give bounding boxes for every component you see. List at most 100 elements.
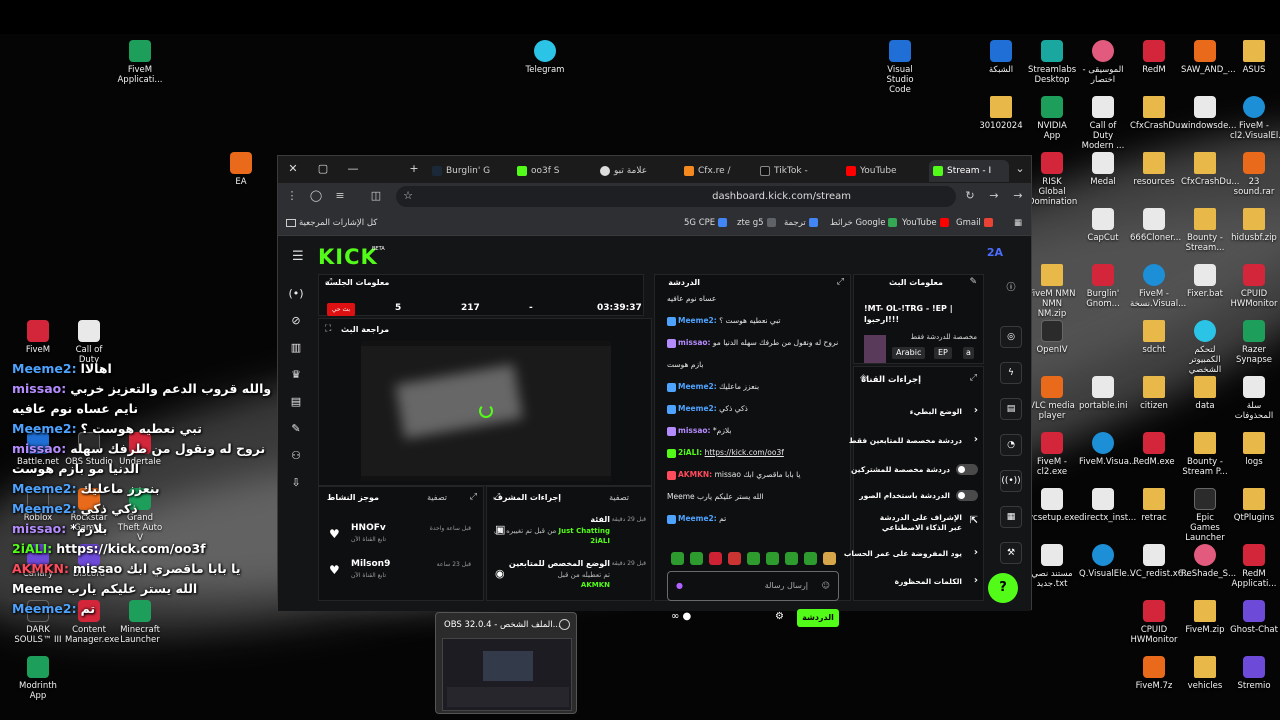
wrench-icon[interactable]: ✎: [284, 415, 308, 442]
desktop-icon[interactable]: retrac: [1130, 488, 1178, 523]
export-icon[interactable]: ⇩: [284, 469, 308, 496]
new-tab-icon[interactable]: +: [405, 161, 423, 177]
channel-action-row[interactable]: يود المفروضة على عمر الحساب ›: [844, 543, 980, 567]
browser-tab[interactable]: علامة تبو: [596, 160, 676, 182]
desktop-icon[interactable]: Telegram: [521, 40, 569, 75]
profile-icon[interactable]: ◯: [308, 188, 324, 204]
menu-icon[interactable]: ⋮: [284, 188, 300, 204]
bookmark[interactable]: YouTube: [902, 216, 949, 230]
browser-tab[interactable]: Burglin' G: [428, 160, 510, 182]
emote-icon[interactable]: [823, 552, 836, 565]
info-icon[interactable]: ⓘ: [1000, 278, 1022, 300]
desktop-icon[interactable]: Fixer.bat: [1181, 264, 1229, 299]
desktop-icon[interactable]: Stremio: [1230, 656, 1278, 691]
desktop-icon[interactable]: Epic Games Launcher: [1181, 488, 1229, 543]
desktop-icon[interactable]: CPUID HWMonitor: [1130, 600, 1178, 645]
chat-username[interactable]: Meeme2:: [678, 404, 717, 413]
apps-grid-icon[interactable]: ▦: [1014, 216, 1022, 230]
minimize-window-icon[interactable]: —: [344, 161, 362, 177]
url-field[interactable]: dashboard.kick.com/stream: [396, 186, 956, 207]
desktop-icon[interactable]: logs: [1230, 432, 1278, 467]
desktop-icon[interactable]: الشبكة: [977, 40, 1025, 75]
emote-icon[interactable]: [766, 552, 779, 565]
layout-icon[interactable]: ▤: [284, 388, 308, 415]
chat-menu-icon[interactable]: ∞ ●: [671, 611, 691, 622]
bookmark[interactable]: خرائط Google: [830, 216, 898, 230]
browser-tab[interactable]: YouTube: [842, 160, 924, 182]
browser-tab[interactable]: TikTok -: [756, 160, 836, 182]
bookmark-star-icon[interactable]: ☆: [400, 188, 416, 204]
desktop-icon[interactable]: 30102024: [977, 96, 1025, 131]
channel-action-row[interactable]: دردشة مخصصة للمتابعين فقط ›: [849, 430, 980, 454]
close-window-icon[interactable]: ✕: [284, 161, 302, 177]
chat-username[interactable]: 2iALI:: [678, 448, 702, 457]
chat-username[interactable]: Meeme2:: [678, 382, 717, 391]
desktop-icon[interactable]: CPUID HWMonitor: [1230, 264, 1278, 309]
chat-username[interactable]: Meeme2:: [678, 316, 717, 325]
community-icon[interactable]: ⚇: [284, 442, 308, 469]
desktop-icon[interactable]: VC_redist.x6...: [1130, 544, 1191, 579]
desktop-icon[interactable]: Medal: [1079, 152, 1127, 187]
desktop-icon[interactable]: hidusbf.zip: [1230, 208, 1278, 243]
desktop-icon[interactable]: vcsetup.exe: [1028, 488, 1079, 523]
activity-filter-button[interactable]: تصفية: [427, 493, 447, 502]
analytics-icon[interactable]: ▥: [284, 334, 308, 361]
desktop-icon[interactable]: Minecraft Launcher: [116, 600, 164, 645]
desktop-icon[interactable]: resources: [1130, 152, 1178, 187]
desktop-icon[interactable]: ReShade_S...: [1181, 544, 1236, 579]
desktop-icon[interactable]: لتحكم الكمبيوتر الشخصي: [1181, 320, 1229, 375]
wrench-icon[interactable]: ⚒: [1000, 542, 1022, 564]
tab-search-icon[interactable]: ⌄: [1011, 161, 1029, 177]
desktop-icon[interactable]: SAW_AND_...: [1181, 40, 1236, 75]
desktop-icon[interactable]: FiveM - نسخة.Visual...: [1130, 264, 1186, 309]
emote-only-toggle[interactable]: [956, 490, 978, 501]
desktop-icon[interactable]: Ghost-Chat: [1230, 600, 1278, 635]
desktop-icon[interactable]: windowsde...: [1181, 96, 1236, 131]
media-control-icon[interactable]: ≡: [332, 188, 348, 204]
chat-username[interactable]: Meeme2:: [678, 514, 717, 523]
chat-bubble-icon[interactable]: ◔: [1000, 434, 1022, 456]
desktop-icon[interactable]: RedM.exe: [1130, 432, 1178, 467]
subscribers-only-toggle[interactable]: [956, 464, 978, 475]
stream-preview[interactable]: [361, 341, 611, 481]
desktop-icon[interactable]: Razer Synapse: [1230, 320, 1278, 365]
live-broadcast-icon[interactable]: (•): [284, 280, 308, 307]
emote-icon[interactable]: [728, 552, 741, 565]
chat-send-button[interactable]: الدردشة: [797, 609, 839, 627]
reload-icon[interactable]: ↻: [962, 188, 978, 204]
desktop-icon[interactable]: FiveM.7z: [1130, 656, 1178, 691]
back-icon[interactable]: →: [1010, 188, 1026, 204]
desktop-icon[interactable]: Visual Studio Code: [876, 40, 924, 95]
mod-filter-button[interactable]: تصفية: [609, 493, 629, 502]
desktop-icon[interactable]: NVIDIA App: [1028, 96, 1076, 141]
channel-action-row[interactable]: الوضع البطيء ›: [860, 401, 980, 425]
expand-icon[interactable]: ⤢: [493, 492, 500, 502]
user-avatar[interactable]: 2A: [987, 246, 1003, 259]
desktop-icon[interactable]: sdcht: [1130, 320, 1178, 355]
desktop-icon[interactable]: FiveM.Visua...: [1079, 432, 1137, 467]
desktop-icon[interactable]: FiveM - cl2.exe: [1028, 432, 1076, 477]
desktop-icon[interactable]: FiveM.zip: [1181, 600, 1229, 635]
emote-icon[interactable]: [747, 552, 760, 565]
settings-gear-icon[interactable]: ⚙: [775, 611, 784, 622]
broadcast-icon[interactable]: ((•)): [1000, 470, 1022, 492]
desktop-icon[interactable]: Bounty - Stream P...: [1181, 432, 1229, 477]
desktop-icon[interactable]: ASUS: [1230, 40, 1278, 75]
emoji-icon[interactable]: ☺: [822, 572, 830, 600]
desktop-icon[interactable]: CfxCrashDu...: [1181, 152, 1239, 187]
desktop-icon[interactable]: FiveM - cl2.VisualEl...: [1230, 96, 1280, 141]
all-bookmarks-button[interactable]: كل الإشارات المرجعية: [286, 216, 377, 230]
desktop-icon[interactable]: Streamlabs Desktop: [1028, 40, 1076, 85]
desktop-icon[interactable]: RedM Applicati...: [1230, 544, 1278, 589]
desktop-icon[interactable]: EA: [217, 152, 265, 187]
desktop-icon[interactable]: OpenIV: [1028, 320, 1076, 355]
desktop-icon[interactable]: vehicles: [1181, 656, 1229, 691]
bookmark[interactable]: Gmail: [956, 216, 993, 230]
edit-icon[interactable]: ✎: [969, 277, 977, 287]
chat-username[interactable]: AKMKN:: [678, 470, 712, 479]
emote-icon[interactable]: [709, 552, 722, 565]
bookmark[interactable]: zte g5: [737, 216, 776, 230]
desktop-icon[interactable]: Modrinth App: [14, 656, 62, 701]
desktop-icon[interactable]: RedM: [1130, 40, 1178, 75]
desktop-icon[interactable]: 23 sound.rar: [1230, 152, 1278, 197]
